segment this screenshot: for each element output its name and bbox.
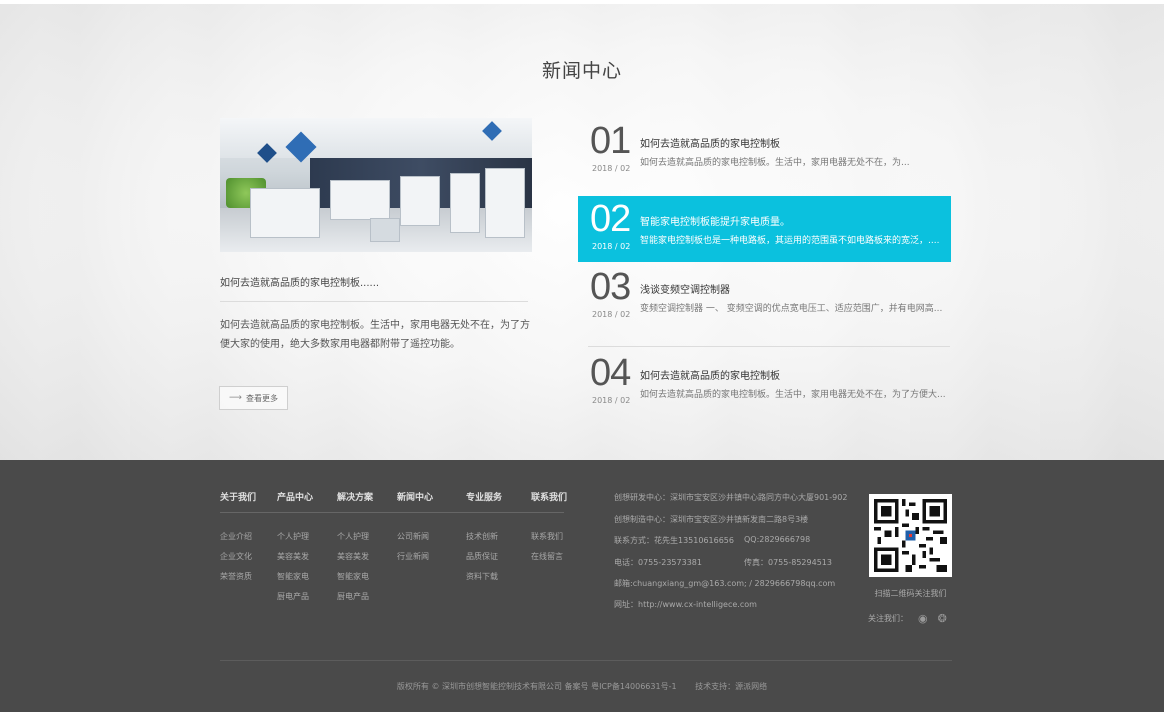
copyright-text: 版权所有 © 深圳市创想智能控制技术有限公司 备案号 粤ICP备14006631… bbox=[396, 682, 677, 691]
footer-nav-link[interactable]: 企业介绍 bbox=[220, 531, 252, 542]
arrow-right-icon: ⟶ bbox=[229, 393, 242, 403]
follow-label: 关注我们： bbox=[868, 614, 908, 623]
news-item-excerpt: 如何去造就高品质的家电控制板。生活中，家用电器无处不在，为了方便大... bbox=[640, 390, 946, 400]
view-more-button[interactable]: ⟶ 查看更多 bbox=[219, 386, 288, 410]
footer-divider bbox=[220, 660, 952, 661]
footer-nav-link[interactable]: 行业新闻 bbox=[397, 551, 429, 562]
footer-nav-link[interactable]: 联系我们 bbox=[531, 531, 563, 542]
footer-nav-head[interactable]: 专业服务 bbox=[466, 490, 502, 503]
feature-headline[interactable]: 如何去造就高品质的家电控制板...... bbox=[220, 274, 379, 289]
footer-nav-link[interactable]: 技术创新 bbox=[466, 531, 498, 542]
news-item-excerpt: 智能家电控制板也是一种电路板，其运用的范围虽不如电路板来的宽泛，.... bbox=[640, 236, 940, 246]
wechat-icon[interactable]: ❂ bbox=[938, 612, 947, 625]
news-item-2[interactable]: 02 2018 / 02 智能家电控制板能提升家电质量。 智能家电控制板也是一种… bbox=[578, 196, 951, 262]
footer-nav-link[interactable]: 美容美发 bbox=[337, 551, 369, 562]
footer-nav-link[interactable]: 厨电产品 bbox=[277, 591, 309, 602]
news-item-date: 2018 / 02 bbox=[592, 396, 631, 405]
contact-factory: 创想制造中心：深圳市宝安区沙井镇新发南二路8号3楼 bbox=[614, 515, 809, 524]
footer-nav-link[interactable]: 公司新闻 bbox=[397, 531, 429, 542]
footer-nav-divider bbox=[220, 512, 564, 513]
qr-caption: 扫描二维码关注我们 bbox=[874, 589, 947, 598]
news-divider bbox=[588, 346, 950, 347]
contact-rd-center: 创想研发中心：深圳市宝安区沙井镇中心路同方中心大厦901-902 bbox=[614, 493, 848, 502]
news-item-date: 2018 / 02 bbox=[592, 164, 631, 173]
footer-nav-link[interactable]: 个人护理 bbox=[337, 531, 369, 542]
news-section: 新闻中心 如何去造就高品质的家电控制板...... 如何去造就高品质的家电控制板… bbox=[0, 0, 1164, 460]
contact-phone: 电话：0755-23573381 bbox=[614, 558, 702, 567]
news-item-3[interactable]: 03 2018 / 02 浅谈变频空调控制器 变频空调控制器 一、 变频空调的优… bbox=[578, 264, 951, 330]
news-item-title[interactable]: 如何去造就高品质的家电控制板 bbox=[640, 367, 780, 382]
footer-nav-link[interactable]: 个人护理 bbox=[277, 531, 309, 542]
footer-nav-link[interactable]: 美容美发 bbox=[277, 551, 309, 562]
contact-person: 联系方式：花先生13510616656 bbox=[614, 536, 734, 545]
section-title: 新闻中心 bbox=[541, 60, 622, 82]
news-item-title[interactable]: 智能家电控制板能提升家电质量。 bbox=[640, 213, 790, 228]
qr-code-image bbox=[874, 499, 947, 572]
tech-support-text[interactable]: 技术支持：源派网络 bbox=[695, 682, 767, 691]
news-item-4[interactable]: 04 2018 / 02 如何去造就高品质的家电控制板 如何去造就高品质的家电控… bbox=[578, 350, 951, 416]
news-item-number: 03 bbox=[590, 266, 631, 308]
news-item-excerpt: 如何去造就高品质的家电控制板。生活中，家用电器无处不在，为... bbox=[640, 158, 910, 168]
contact-website[interactable]: 网址：http://www.cx-intelligece.com bbox=[614, 599, 757, 610]
footer-nav-head[interactable]: 新闻中心 bbox=[397, 490, 433, 503]
footer: 关于我们 企业介绍 企业文化 荣誉资质 产品中心 个人护理 美容美发 智能家电 … bbox=[0, 460, 1164, 712]
feature-summary: 如何去造就高品质的家电控制板。生活中，家用电器无处不在，为了方便大家的使用，绝大… bbox=[220, 320, 530, 350]
follow-us: 关注我们： ◉ ❂ bbox=[868, 612, 947, 625]
footer-nav-link[interactable]: 品质保证 bbox=[466, 551, 498, 562]
footer-nav-head[interactable]: 联系我们 bbox=[531, 490, 567, 503]
qr-code bbox=[869, 494, 952, 577]
news-item-excerpt: 变频空调控制器 一、 变频空调的优点宽电压工、适应范围广，并有电网高... bbox=[640, 304, 943, 314]
news-item-number: 02 bbox=[590, 198, 631, 240]
news-item-date: 2018 / 02 bbox=[592, 242, 631, 251]
contact-qq: QQ:2829666798 bbox=[744, 535, 811, 544]
footer-nav-head[interactable]: 解决方案 bbox=[337, 490, 373, 503]
news-item-number: 01 bbox=[590, 120, 631, 162]
news-item-number: 04 bbox=[590, 352, 631, 394]
footer-nav-link[interactable]: 在线留言 bbox=[531, 551, 563, 562]
feature-divider bbox=[220, 301, 528, 302]
footer-nav-link[interactable]: 厨电产品 bbox=[337, 591, 369, 602]
news-item-1[interactable]: 01 2018 / 02 如何去造就高品质的家电控制板 如何去造就高品质的家电控… bbox=[578, 118, 951, 184]
view-more-label: 查看更多 bbox=[245, 393, 278, 403]
contact-email[interactable]: 邮箱:chuangxiang_gm@163.com; / 2829666798q… bbox=[614, 578, 835, 589]
contact-fax: 传真：0755-85294513 bbox=[744, 558, 832, 567]
footer-nav-link[interactable]: 智能家电 bbox=[277, 571, 309, 582]
news-item-title[interactable]: 如何去造就高品质的家电控制板 bbox=[640, 135, 780, 150]
footer-nav-link[interactable]: 企业文化 bbox=[220, 551, 252, 562]
news-item-date: 2018 / 02 bbox=[592, 310, 631, 319]
copyright-bar: 版权所有 © 深圳市创想智能控制技术有限公司 备案号 粤ICP备14006631… bbox=[0, 681, 1164, 692]
news-item-title[interactable]: 浅谈变频空调控制器 bbox=[640, 281, 730, 296]
footer-nav-link[interactable]: 资料下载 bbox=[466, 571, 498, 582]
footer-nav-link[interactable]: 智能家电 bbox=[337, 571, 369, 582]
footer-nav-link[interactable]: 荣誉资质 bbox=[220, 571, 252, 582]
footer-nav-head[interactable]: 产品中心 bbox=[277, 490, 313, 503]
weibo-icon[interactable]: ◉ bbox=[918, 612, 928, 625]
footer-nav-head[interactable]: 关于我们 bbox=[220, 490, 256, 503]
feature-news-image[interactable] bbox=[220, 118, 532, 252]
